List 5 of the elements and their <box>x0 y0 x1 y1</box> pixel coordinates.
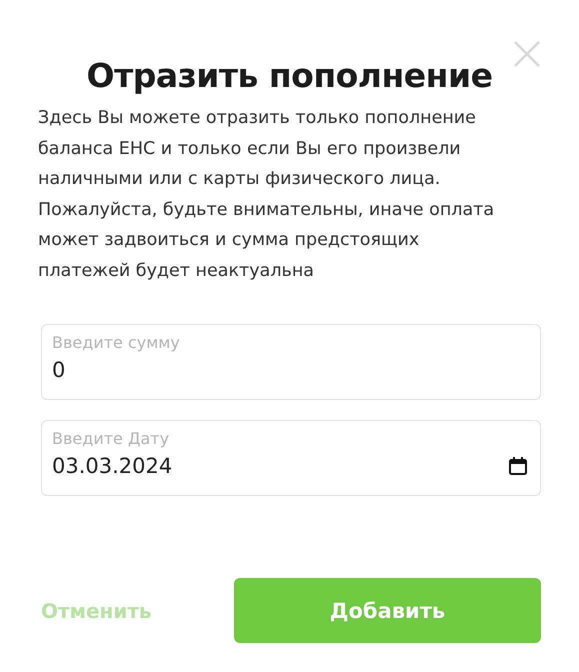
date-field[interactable]: Введите Дату 03.03.2024 <box>41 420 541 496</box>
amount-field[interactable]: Введите сумму 0 <box>41 324 541 400</box>
calendar-icon[interactable] <box>508 456 528 476</box>
description-text: Здесь Вы можете отразить только пополнение баланса ЕНС и только если Вы его произвели наличными или с карты физического лица. Пожалуйста, будьте внимательны, иначе оплата может задвоиться и сумма предстоящих платежей будет неактуальна <box>38 107 496 282</box>
dialog-title: Отразить пополнение <box>86 56 492 95</box>
